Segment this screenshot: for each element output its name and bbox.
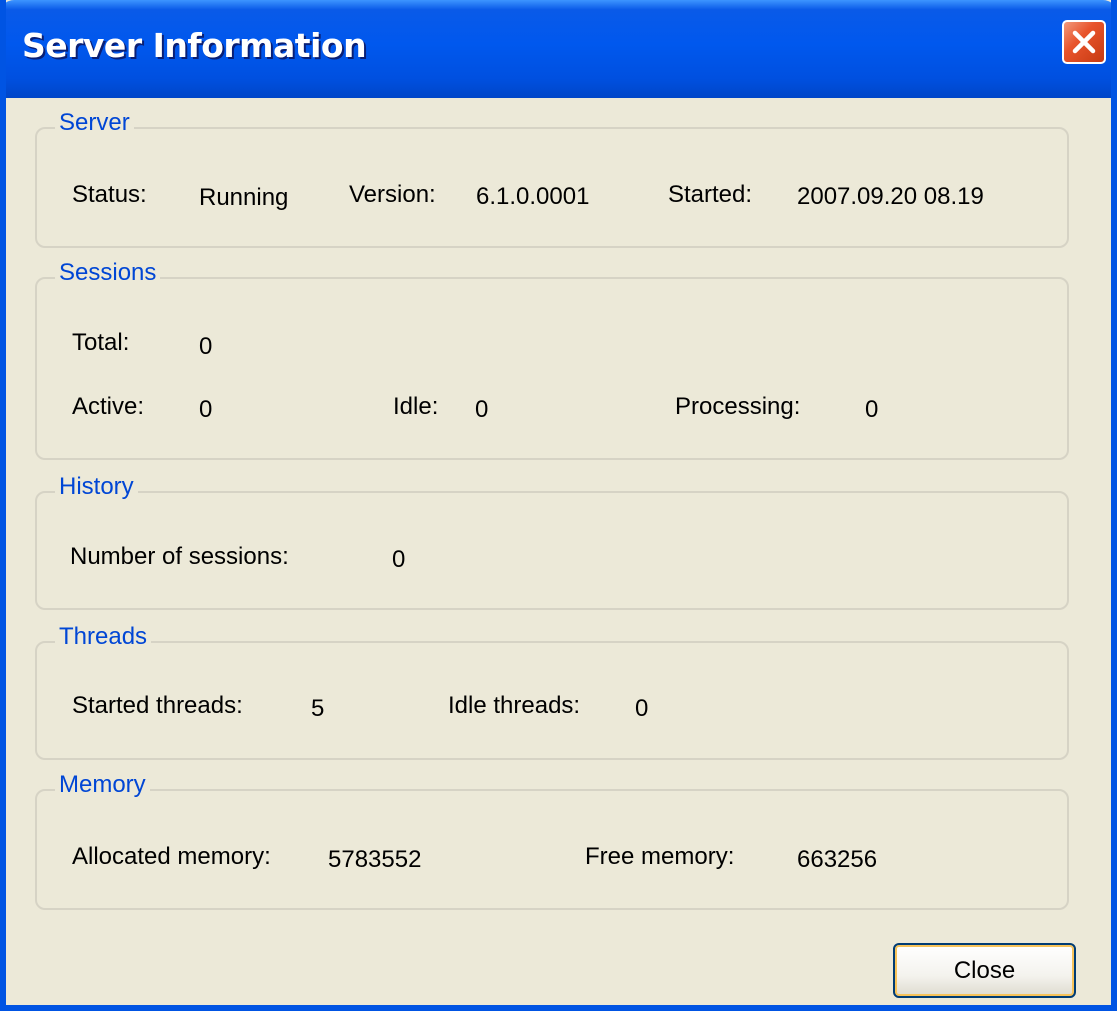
started-value: 2007.09.20 08.19 — [797, 183, 984, 210]
memory-legend: Memory — [55, 771, 150, 799]
started-label: Started: — [668, 181, 753, 208]
free-memory-label: Free memory: — [585, 843, 735, 870]
window-title: Server Information — [22, 26, 367, 65]
threads-legend: Threads — [55, 623, 152, 651]
allocated-memory-value: 5783552 — [328, 846, 422, 873]
close-window-button[interactable] — [1062, 20, 1106, 64]
close-icon — [1072, 30, 1096, 54]
number-of-sessions-value: 0 — [392, 546, 406, 573]
active-value: 0 — [199, 396, 213, 423]
title-bar[interactable]: Server Information — [6, 0, 1111, 98]
server-legend: Server — [55, 109, 134, 137]
processing-value: 0 — [865, 396, 879, 423]
active-label: Active: — [72, 393, 145, 420]
version-value: 6.1.0.0001 — [476, 183, 590, 210]
idle-value: 0 — [475, 396, 489, 423]
started-threads-label: Started threads: — [72, 692, 243, 719]
allocated-memory-label: Allocated memory: — [72, 843, 271, 870]
idle-threads-label: Idle threads: — [448, 692, 581, 719]
status-label: Status: — [72, 181, 147, 208]
total-label: Total: — [72, 329, 130, 356]
idle-threads-value: 0 — [635, 695, 649, 722]
processing-label: Processing: — [675, 393, 801, 420]
close-button[interactable]: Close — [893, 943, 1076, 998]
number-of-sessions-label: Number of sessions: — [70, 543, 289, 570]
status-value: Running — [199, 184, 289, 211]
started-threads-value: 5 — [311, 695, 325, 722]
idle-label: Idle: — [393, 393, 439, 420]
version-label: Version: — [349, 181, 436, 208]
total-value: 0 — [199, 333, 213, 360]
sessions-group: Sessions — [35, 259, 1069, 460]
free-memory-value: 663256 — [797, 846, 878, 873]
sessions-legend: Sessions — [55, 259, 161, 287]
history-legend: History — [55, 473, 138, 501]
